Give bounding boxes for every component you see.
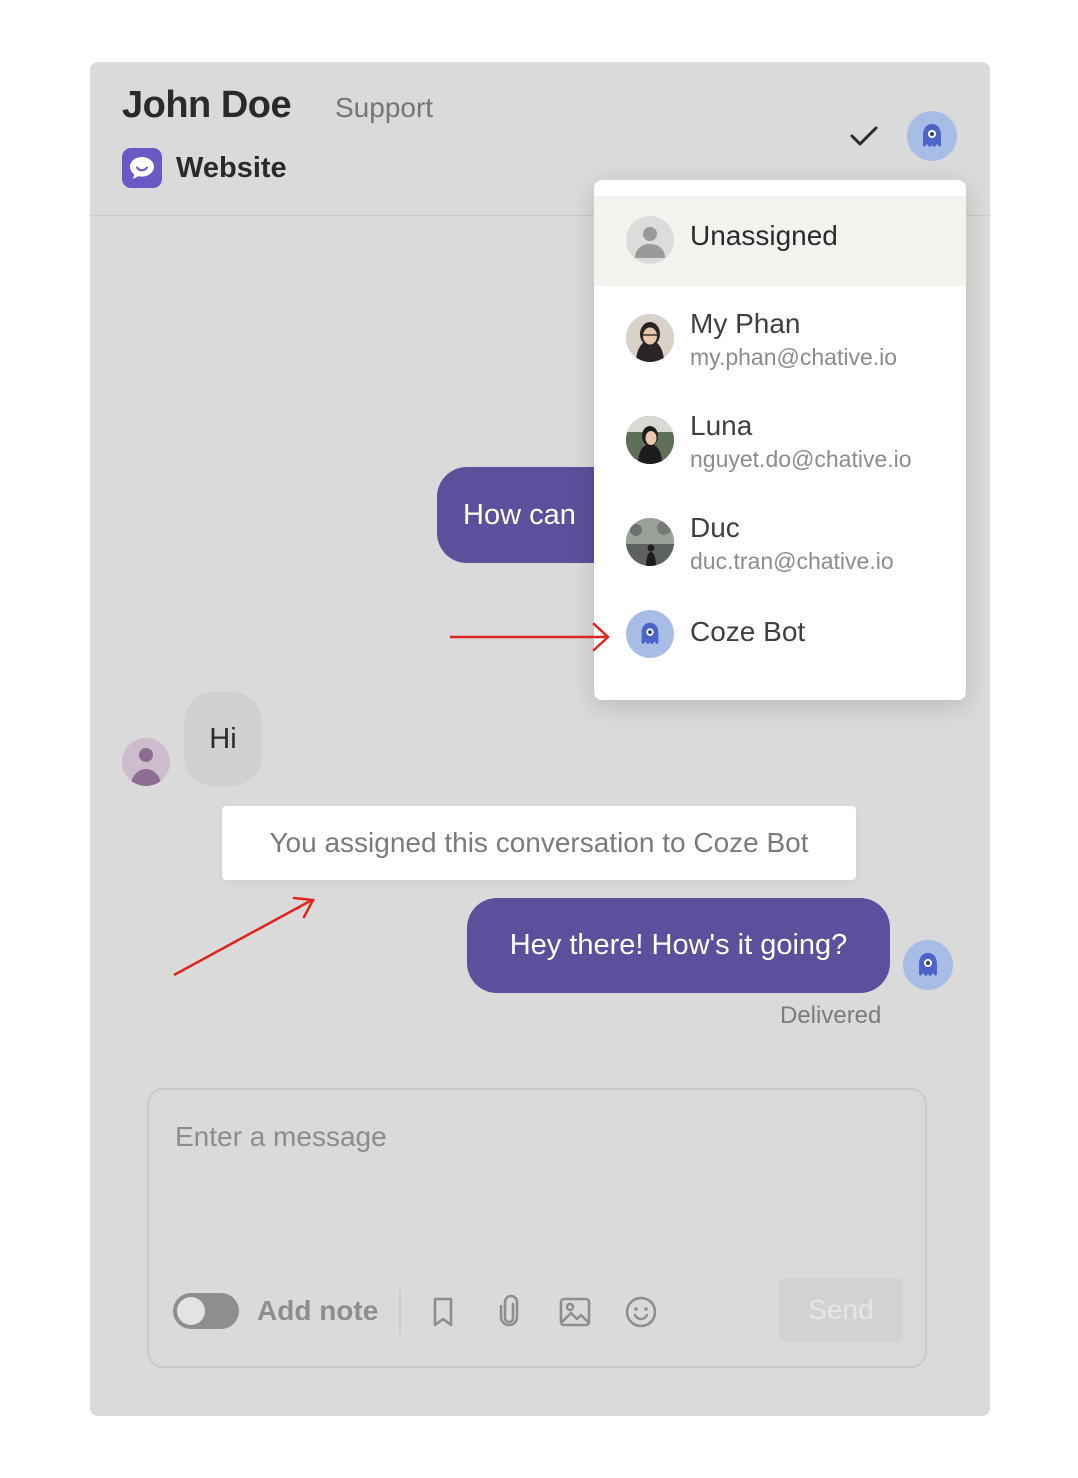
robot-icon — [919, 953, 937, 976]
message-text: How can — [463, 498, 576, 531]
dropdown-item-name: Unassigned — [690, 220, 838, 251]
message-composer: Add note Send — [147, 1088, 927, 1368]
contact-name[interactable]: John Doe — [122, 84, 292, 127]
delivery-status: Delivered — [780, 1002, 882, 1029]
bookmark-icon[interactable] — [425, 1294, 461, 1330]
dropdown-item-luna[interactable]: Luna nguyet.do@chative.io — [594, 392, 966, 492]
dropdown-item-email: duc.tran@chative.io — [690, 548, 894, 574]
dropdown-item-name: My Phan — [690, 308, 801, 339]
avatar — [626, 416, 674, 464]
system-message-text: You assigned this conversation to Coze B… — [269, 827, 809, 858]
assignee-dropdown: Unassigned My Phan my.phan@chative.io Lu… — [594, 180, 966, 700]
send-button[interactable]: Send — [779, 1278, 903, 1342]
dropdown-item-duc[interactable]: Duc duc.tran@chative.io — [594, 494, 966, 594]
message-input[interactable] — [173, 1120, 877, 1154]
dropdown-item-name: Duc — [690, 512, 740, 543]
image-icon[interactable] — [557, 1294, 593, 1330]
assignee-avatar-button[interactable] — [907, 111, 957, 161]
dropdown-item-coze-bot[interactable]: Coze Bot — [594, 598, 966, 688]
person-placeholder-icon — [626, 216, 674, 264]
avatar — [626, 518, 674, 566]
paperclip-icon[interactable] — [491, 1294, 527, 1330]
checkmark-icon[interactable] — [846, 118, 882, 154]
customer-avatar — [122, 738, 170, 786]
toggle-knob — [177, 1297, 205, 1325]
add-note-toggle[interactable] — [173, 1293, 239, 1329]
message-text: Hi — [209, 722, 237, 755]
chat-bubble-icon — [122, 148, 162, 188]
dropdown-item-email: my.phan@chative.io — [690, 344, 898, 370]
dropdown-item-email: nguyet.do@chative.io — [690, 446, 912, 472]
channel-label: Website — [176, 152, 287, 184]
bot-avatar — [626, 610, 674, 658]
toolbar-divider — [399, 1290, 401, 1334]
dropdown-item-unassigned[interactable]: Unassigned — [594, 196, 966, 286]
system-activity-message: You assigned this conversation to Coze B… — [222, 806, 856, 880]
emoji-icon[interactable] — [623, 1294, 659, 1330]
message-bubble-outgoing: Hey there! How's it going? — [467, 898, 890, 993]
dropdown-item-name: Luna — [690, 410, 753, 441]
dropdown-item-name: Coze Bot — [690, 616, 806, 647]
message-bubble-incoming: Hi — [184, 692, 262, 786]
bot-avatar — [903, 940, 953, 990]
robot-icon — [641, 622, 659, 645]
dropdown-item-my-phan[interactable]: My Phan my.phan@chative.io — [594, 290, 966, 390]
avatar — [626, 314, 674, 362]
add-note-label[interactable]: Add note — [257, 1295, 378, 1327]
team-label: Support — [335, 92, 434, 123]
robot-icon — [923, 124, 941, 147]
message-text: Hey there! How's it going? — [509, 929, 848, 961]
